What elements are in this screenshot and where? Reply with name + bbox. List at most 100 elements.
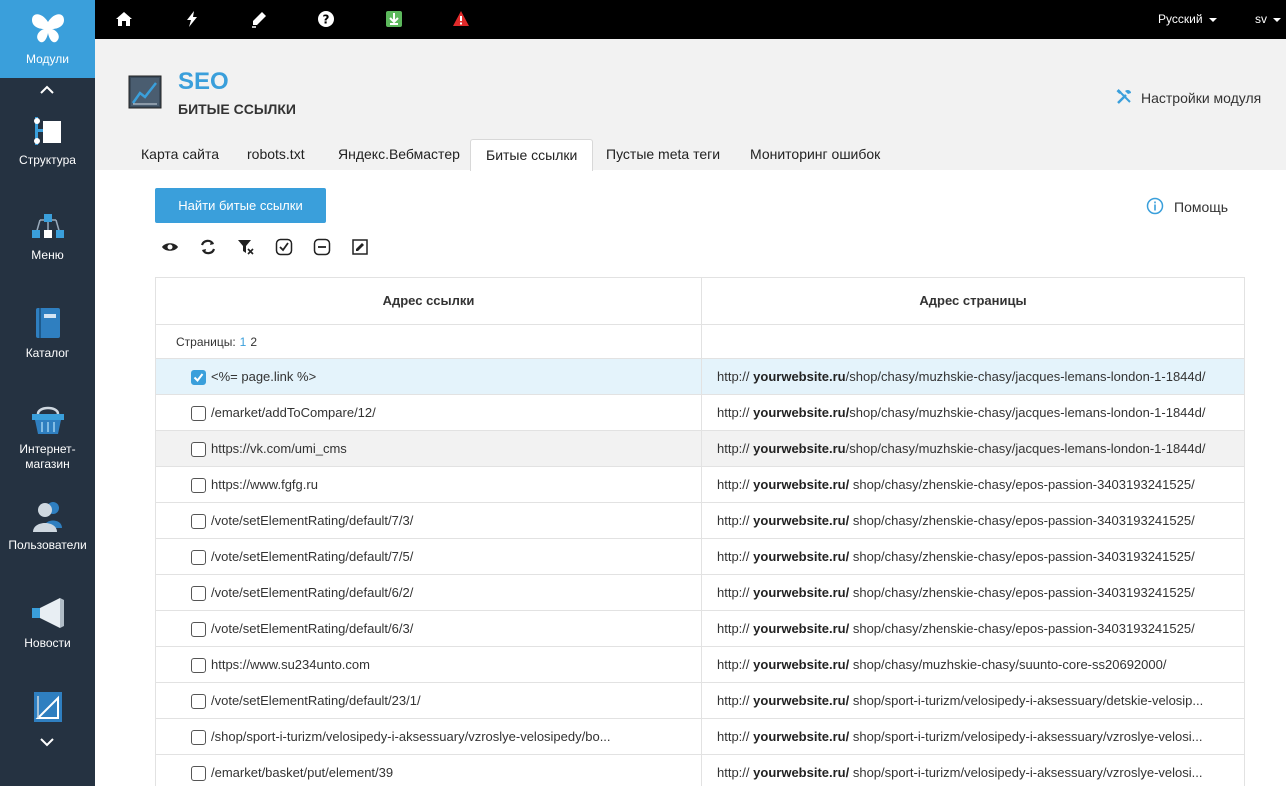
link-address[interactable]: https://www.su234unto.com bbox=[211, 647, 691, 682]
tab-empty-meta[interactable]: Пустые meta теги bbox=[591, 139, 735, 170]
row-checkbox[interactable] bbox=[191, 694, 206, 709]
minus-circle-icon[interactable] bbox=[313, 238, 331, 256]
catalog-icon bbox=[35, 308, 60, 338]
tab-broken-links[interactable]: Битые ссылки bbox=[470, 139, 594, 171]
ruler-icon bbox=[33, 692, 62, 722]
row-checkbox[interactable] bbox=[191, 658, 206, 673]
question-icon[interactable]: ? bbox=[317, 10, 335, 28]
page-address[interactable]: http:// yourwebsite.ru/ shop/chasy/zhens… bbox=[717, 503, 1232, 538]
row-checkbox[interactable] bbox=[191, 406, 206, 421]
row-checkbox[interactable] bbox=[191, 514, 206, 529]
settings-label: Настройки модуля bbox=[1141, 90, 1262, 106]
page-address[interactable]: http:// yourwebsite.ru/ shop/chasy/zhens… bbox=[717, 539, 1232, 574]
link-cell: https://www.su234unto.com bbox=[156, 647, 702, 682]
url-prefix: http:// bbox=[717, 441, 750, 456]
page-address[interactable]: http:// yourwebsite.ru/ shop/sport-i-tur… bbox=[717, 683, 1232, 718]
row-checkbox[interactable] bbox=[191, 766, 206, 781]
link-address[interactable]: /vote/setElementRating/default/6/2/ bbox=[211, 575, 691, 610]
lightning-icon[interactable] bbox=[183, 10, 201, 28]
pen-icon[interactable] bbox=[250, 10, 268, 28]
home-icon[interactable] bbox=[115, 10, 133, 28]
row-checkbox[interactable] bbox=[191, 622, 206, 637]
row-checkbox[interactable] bbox=[191, 586, 206, 601]
page-link-1[interactable]: 1 bbox=[240, 335, 247, 349]
url-domain: yourwebsite.ru/ bbox=[753, 693, 850, 708]
clear-filter-icon[interactable] bbox=[237, 238, 255, 256]
row-checkbox[interactable] bbox=[191, 478, 206, 493]
url-path: shop/chasy/zhenskie-chasy/epos-passion-3… bbox=[849, 621, 1195, 636]
page-address[interactable]: http:// yourwebsite.ru/ shop/sport-i-tur… bbox=[717, 755, 1232, 786]
page-cell: http:// yourwebsite.ru/shop/chasy/muzhsk… bbox=[702, 431, 1244, 466]
page-link-2[interactable]: 2 bbox=[250, 335, 257, 349]
link-address[interactable]: <%= page.link %> bbox=[211, 359, 691, 394]
sidebar-item-templates[interactable] bbox=[0, 690, 95, 730]
link-address[interactable]: /emarket/addToCompare/12/ bbox=[211, 395, 691, 430]
chevron-up-icon[interactable] bbox=[37, 83, 57, 97]
eye-icon[interactable] bbox=[161, 238, 179, 256]
page-address[interactable]: http:// yourwebsite.ru/ shop/chasy/muzhs… bbox=[717, 647, 1232, 682]
table-row[interactable]: https://www.fgfg.ru http:// yourwebsite.r… bbox=[155, 467, 1245, 503]
page-address[interactable]: http:// yourwebsite.ru/shop/chasy/muzhsk… bbox=[717, 395, 1232, 430]
check-circle-icon[interactable] bbox=[275, 238, 293, 256]
row-checkbox[interactable] bbox=[191, 370, 206, 385]
page-address[interactable]: http:// yourwebsite.ru/shop/chasy/muzhsk… bbox=[717, 359, 1232, 394]
module-header: SEO БИТЫЕ ССЫЛКИ Настройки модуля Карта … bbox=[95, 39, 1286, 171]
page-address[interactable]: http:// yourwebsite.ru/ shop/sport-i-tur… bbox=[717, 719, 1232, 754]
link-address[interactable]: /shop/sport-i-turizm/velosipedy-i-aksess… bbox=[211, 719, 691, 754]
sidebar-item-menu[interactable]: Меню bbox=[0, 212, 95, 263]
column-header-link[interactable]: Адрес ссылки bbox=[156, 278, 702, 324]
table-row[interactable]: /emarket/addToCompare/12/http:// yourweb… bbox=[155, 395, 1245, 431]
link-address[interactable]: /vote/setElementRating/default/7/5/ bbox=[211, 539, 691, 574]
sidebar-item-modules[interactable]: Модули bbox=[0, 12, 95, 67]
download-icon[interactable] bbox=[385, 10, 403, 28]
warning-icon[interactable] bbox=[452, 10, 470, 28]
page-address[interactable]: http:// yourwebsite.ru/ shop/chasy/zhens… bbox=[717, 467, 1232, 502]
row-checkbox[interactable] bbox=[191, 442, 206, 457]
link-address[interactable]: /emarket/basket/put/element/39 bbox=[211, 755, 691, 786]
link-address[interactable]: /vote/setElementRating/default/6/3/ bbox=[211, 611, 691, 646]
column-header-page[interactable]: Адрес страницы bbox=[702, 278, 1244, 324]
find-broken-links-button[interactable]: Найти битые ссылки bbox=[155, 188, 326, 223]
link-address[interactable]: https://vk.com/umi_cms bbox=[211, 431, 691, 466]
page-cell: http:// yourwebsite.ru/ shop/chasy/muzhs… bbox=[702, 647, 1244, 682]
module-settings-link[interactable]: Настройки модуля bbox=[1115, 88, 1261, 106]
row-checkbox[interactable] bbox=[191, 730, 206, 745]
sidebar-item-structure[interactable]: Структура bbox=[0, 115, 95, 168]
page-address[interactable]: http:// yourwebsite.ru/shop/chasy/muzhsk… bbox=[717, 431, 1232, 466]
table-row[interactable]: /emarket/basket/put/element/39 http:// yo… bbox=[155, 755, 1245, 786]
row-checkbox[interactable] bbox=[191, 550, 206, 565]
tab-yandex-webmaster[interactable]: Яндекс.Вебмастер bbox=[323, 139, 475, 170]
table-row[interactable]: /vote/setElementRating/default/7/3/http:… bbox=[155, 503, 1245, 539]
table-row[interactable]: https://vk.com/umi_cms http:// yourwebsit… bbox=[155, 431, 1245, 467]
sidebar-item-catalog[interactable]: Каталог bbox=[0, 306, 95, 361]
page-address[interactable]: http:// yourwebsite.ru/ shop/chasy/zhens… bbox=[717, 575, 1232, 610]
sidebar-item-eshop[interactable]: Интернет- магазин bbox=[0, 404, 95, 472]
table-row[interactable]: <%= page.link %> http:// yourwebsite.ru/s… bbox=[155, 359, 1245, 395]
table-row[interactable]: /vote/setElementRating/default/23/1/http… bbox=[155, 683, 1245, 719]
page-address[interactable]: http:// yourwebsite.ru/ shop/chasy/zhens… bbox=[717, 611, 1232, 646]
link-address[interactable]: /vote/setElementRating/default/7/3/ bbox=[211, 503, 691, 538]
table-row[interactable]: /vote/setElementRating/default/6/2/http:… bbox=[155, 575, 1245, 611]
sidebar-item-users[interactable]: Пользователи bbox=[0, 500, 95, 553]
url-path: shop/sport-i-turizm/velosipedy-i-aksessu… bbox=[849, 729, 1203, 744]
language-selector[interactable]: Русский bbox=[1158, 12, 1217, 26]
link-cell: <%= page.link %> bbox=[156, 359, 702, 394]
table-row[interactable]: /shop/sport-i-turizm/velosipedy-i-aksess… bbox=[155, 719, 1245, 755]
url-domain: yourwebsite.ru/ bbox=[753, 657, 850, 672]
refresh-icon[interactable] bbox=[199, 238, 217, 256]
chevron-down-icon[interactable] bbox=[37, 735, 57, 749]
link-address[interactable]: /vote/setElementRating/default/23/1/ bbox=[211, 683, 691, 718]
tab-sitemap[interactable]: Карта сайта bbox=[126, 139, 234, 170]
url-path: shop/sport-i-turizm/velosipedy-i-aksessu… bbox=[849, 765, 1203, 780]
edit-icon[interactable] bbox=[351, 238, 369, 256]
user-name: sv bbox=[1255, 12, 1267, 26]
table-row[interactable]: https://www.su234unto.com http:// yourweb… bbox=[155, 647, 1245, 683]
link-address[interactable]: https://www.fgfg.ru bbox=[211, 467, 691, 502]
table-row[interactable]: /vote/setElementRating/default/7/5/http:… bbox=[155, 539, 1245, 575]
table-row[interactable]: /vote/setElementRating/default/6/3/http:… bbox=[155, 611, 1245, 647]
help-link[interactable]: Помощь bbox=[1146, 197, 1228, 215]
tab-robots[interactable]: robots.txt bbox=[232, 139, 320, 170]
user-menu[interactable]: sv bbox=[1255, 12, 1281, 26]
sidebar-item-news[interactable]: Новости bbox=[0, 596, 95, 651]
tab-error-monitoring[interactable]: Мониторинг ошибок bbox=[735, 139, 895, 170]
